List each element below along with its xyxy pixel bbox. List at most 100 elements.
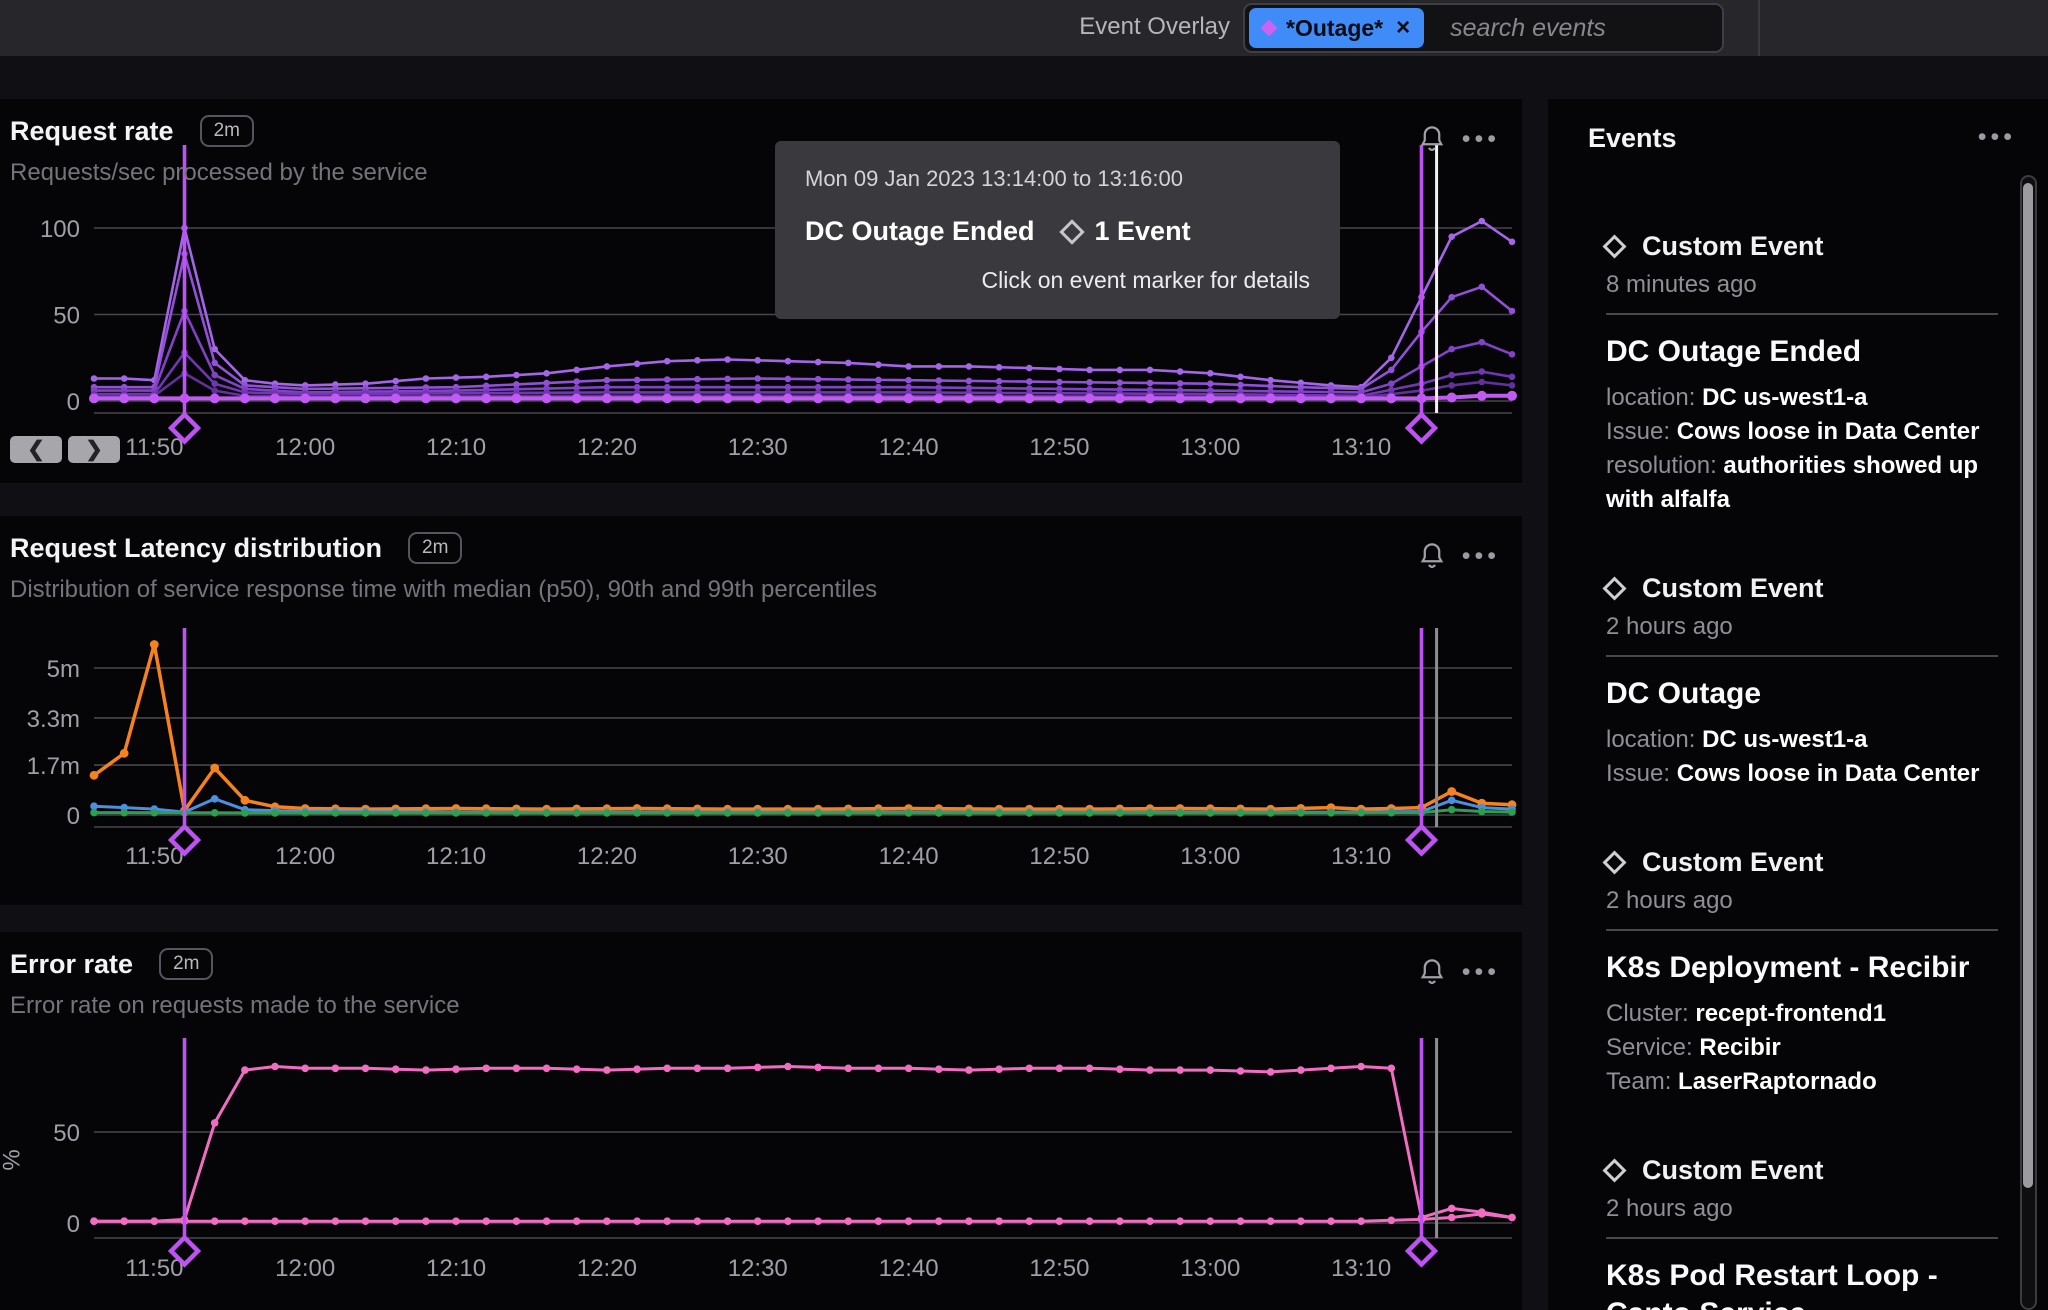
svg-text:12:50: 12:50 [1029, 1255, 1089, 1282]
event-type: Custom Event [1602, 573, 1998, 604]
tooltip-hint: Click on event marker for details [981, 267, 1310, 293]
svg-text:13:10: 13:10 [1331, 843, 1391, 870]
svg-text:0: 0 [67, 803, 80, 830]
panel-request-latency: 5m 3.3m 1.7m 0 11:50 12:00 12:10 12:20 12:30 12:4… [0, 516, 1522, 905]
svg-text:12:30: 12:30 [728, 1255, 788, 1282]
alert-bell-icon[interactable] [1418, 540, 1446, 572]
event-diamond-icon [1602, 234, 1627, 259]
svg-text:12:50: 12:50 [1029, 434, 1089, 461]
svg-text:12:30: 12:30 [728, 434, 788, 461]
event-search-box[interactable]: *Outage* × search events [1243, 3, 1724, 53]
panel-title: Request rate [10, 115, 174, 146]
panel-title: Request Latency distribution [10, 532, 383, 563]
event-list-item[interactable]: Custom Event 2 hours ago K8s Pod Restart L… [1602, 1155, 1998, 1310]
svg-text:12:10: 12:10 [426, 1255, 486, 1282]
event-time: 2 hours ago [1606, 887, 1733, 914]
event-list-item[interactable]: Custom Event 2 hours ago DC Outage location… [1602, 573, 1998, 791]
svg-text:12:30: 12:30 [728, 843, 788, 870]
svg-text:50: 50 [53, 303, 80, 330]
event-type: Custom Event [1602, 847, 1998, 878]
svg-text:12:40: 12:40 [879, 843, 939, 870]
panel-options-icon[interactable]: ••• [1462, 125, 1500, 154]
svg-text:12:20: 12:20 [577, 1255, 637, 1282]
events-options-icon[interactable]: ••• [1978, 123, 2016, 152]
event-field: Issue: Cows loose in Data Center [1606, 418, 1980, 445]
events-panel: Events ••• Custom Event 8 minutes ago DC O… [1548, 99, 2048, 1310]
svg-text:12:10: 12:10 [426, 434, 486, 461]
svg-text:13:10: 13:10 [1331, 434, 1391, 461]
event-title: K8s Deployment - Recibir [1606, 951, 1970, 984]
event-type: Custom Event [1602, 231, 1998, 262]
event-field: Service: Recibir [1606, 1034, 1781, 1061]
svg-text:12:20: 12:20 [577, 434, 637, 461]
search-placeholder: search events [1450, 13, 1606, 42]
svg-text:3.3m: 3.3m [27, 706, 80, 733]
svg-text:12:20: 12:20 [577, 843, 637, 870]
alert-bell-icon[interactable] [1418, 956, 1446, 988]
svg-text:12:40: 12:40 [879, 434, 939, 461]
svg-text:13:00: 13:00 [1180, 434, 1240, 461]
svg-text:0: 0 [67, 389, 80, 416]
svg-text:1.7m: 1.7m [27, 753, 80, 780]
divider [1606, 1237, 1998, 1239]
event-diamond-icon [1602, 850, 1627, 875]
events-scrollbar-thumb[interactable] [2023, 183, 2033, 1188]
svg-text:11:50: 11:50 [125, 843, 183, 870]
event-title: DC Outage Ended [1606, 335, 1862, 368]
scroll-right-button[interactable]: ❯ [68, 436, 120, 463]
tag-label: *Outage* [1286, 14, 1384, 41]
event-field: location: DC us-west1-a [1606, 384, 1868, 411]
tooltip-event-name: DC Outage Ended [805, 216, 1035, 246]
panel-subtitle: Distribution of service response time wi… [10, 576, 878, 603]
svg-text:12:50: 12:50 [1029, 843, 1089, 870]
event-field: Team: LaserRaptornado [1606, 1068, 1877, 1095]
event-time: 2 hours ago [1606, 613, 1733, 640]
rollup-badge: 2m [408, 532, 463, 564]
panel-error-rate: 50 0 11:50 12:00 12:10 12:20 12:30 12:40 12:50 13… [0, 932, 1522, 1310]
event-diamond-icon [1058, 218, 1085, 245]
svg-text:12:00: 12:00 [275, 434, 335, 461]
tooltip-event-count: 1 Event [1094, 216, 1191, 246]
event-field: Issue: Cows loose in Data Center [1606, 760, 1980, 787]
svg-text:13:00: 13:00 [1180, 843, 1240, 870]
events-panel-title: Events [1588, 123, 1677, 153]
event-time: 8 minutes ago [1606, 271, 1757, 298]
svg-text:11:50: 11:50 [125, 434, 183, 461]
event-overlay-label: Event Overlay [1079, 13, 1230, 40]
divider [1606, 313, 1998, 315]
divider [1606, 655, 1998, 657]
search-tag-outage[interactable]: *Outage* × [1249, 8, 1425, 48]
panel-subtitle: Requests/sec processed by the service [10, 159, 428, 186]
topbar: Event Overlay *Outage* × search events [0, 0, 2048, 56]
event-list-item[interactable]: Custom Event 2 hours ago K8s Deployment - … [1602, 847, 1998, 1099]
rollup-badge: 2m [159, 948, 214, 980]
event-time: 2 hours ago [1606, 1195, 1733, 1222]
event-list-item[interactable]: Custom Event 8 minutes ago DC Outage Ended… [1602, 231, 1998, 517]
y-axis-unit-label: % [0, 1149, 26, 1171]
event-type: Custom Event [1602, 1155, 1998, 1186]
event-diamond-icon [1602, 1158, 1627, 1183]
tag-remove-icon[interactable]: × [1396, 14, 1410, 42]
svg-text:50: 50 [53, 1120, 80, 1147]
panel-title: Error rate [10, 948, 134, 979]
panel-options-icon[interactable]: ••• [1462, 958, 1500, 987]
events-list: Custom Event 8 minutes ago DC Outage Ended… [1602, 231, 1998, 1310]
svg-text:12:00: 12:00 [275, 843, 335, 870]
event-field: Cluster: recept-frontend1 [1606, 1000, 1887, 1027]
event-field: location: DC us-west1-a [1606, 726, 1868, 753]
topbar-divider [1758, 0, 1760, 56]
divider [1606, 929, 1998, 931]
event-tooltip: Mon 09 Jan 2023 13:14:00 to 13:16:00 DC … [775, 141, 1340, 319]
scroll-left-button[interactable]: ❮ [10, 436, 62, 463]
alert-bell-icon[interactable] [1418, 123, 1446, 155]
events-scrollbar-track[interactable] [2020, 175, 2037, 1310]
event-diamond-icon [1602, 576, 1627, 601]
event-field: resolution: authorities showed up with a… [1606, 452, 1979, 513]
svg-text:0: 0 [67, 1211, 80, 1238]
svg-text:12:00: 12:00 [275, 1255, 335, 1282]
panel-options-icon[interactable]: ••• [1462, 542, 1500, 571]
svg-text:12:10: 12:10 [426, 843, 486, 870]
rollup-badge: 2m [199, 115, 254, 147]
svg-text:13:10: 13:10 [1331, 1255, 1391, 1282]
event-title: K8s Pod Restart Loop - Canto Service [1606, 1259, 1938, 1310]
